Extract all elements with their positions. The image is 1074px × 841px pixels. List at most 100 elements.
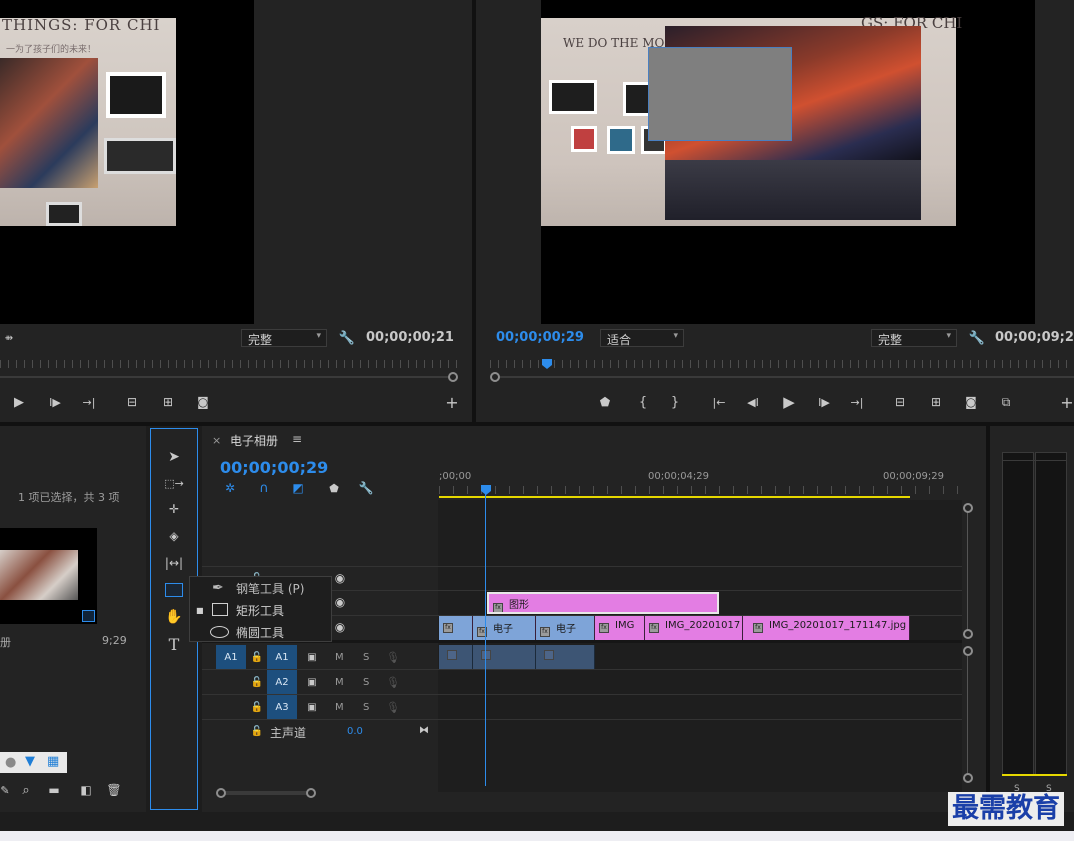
- insert-icon[interactable]: ⊟: [122, 393, 142, 411]
- video-scroll-handle-bottom[interactable]: [963, 629, 973, 639]
- go-to-out-icon[interactable]: →|: [848, 393, 866, 411]
- v1-clip-4[interactable]: fx IMG: [595, 616, 645, 640]
- video-vertical-scrollbar-track[interactable]: [967, 512, 968, 634]
- program-time-ruler[interactable]: [490, 360, 1074, 368]
- a2-sync-icon[interactable]: ▣: [304, 674, 320, 690]
- program-zoom-handle[interactable]: [490, 372, 500, 382]
- graphic-clip[interactable]: fx 图形: [487, 592, 719, 614]
- a3-sync-icon[interactable]: ▣: [304, 699, 320, 715]
- timeline-timecode[interactable]: 00;00;00;29: [220, 458, 328, 477]
- timeline-tab-close[interactable]: ×: [212, 434, 221, 447]
- zoom-handle-right[interactable]: [306, 788, 316, 798]
- snap-magnet-icon[interactable]: ∩: [256, 480, 272, 496]
- timeline-sequence-tab[interactable]: 电子相册: [230, 432, 278, 449]
- zoom-handle-left[interactable]: [216, 788, 226, 798]
- new-item-icon[interactable]: ◧: [78, 782, 94, 798]
- project-item-thumbnail[interactable]: [0, 528, 97, 624]
- add-button-icon[interactable]: +: [444, 393, 460, 412]
- a1-clip-3[interactable]: [536, 645, 595, 669]
- a1-lock-icon[interactable]: 🔓: [250, 649, 264, 665]
- new-bin-icon[interactable]: ▬: [46, 782, 62, 798]
- slip-tool-icon[interactable]: |↔|: [162, 553, 186, 573]
- v2-eye-icon[interactable]: ◉: [332, 594, 348, 610]
- flyout-item-ellipse-tool[interactable]: 椭圆工具: [190, 621, 332, 643]
- timeline-panel-menu-icon[interactable]: ≡: [292, 432, 302, 446]
- v1-clip-3[interactable]: fx 电子: [536, 616, 595, 640]
- grid-view-icon[interactable]: ▦: [47, 754, 59, 769]
- add-marker-icon[interactable]: ⬟: [326, 480, 342, 496]
- v1-clip-6[interactable]: fx IMG_20201017_171147.jpg: [743, 616, 910, 640]
- step-forward-icon[interactable]: I▶: [815, 393, 833, 411]
- selection-tool-icon[interactable]: ➤: [164, 447, 184, 467]
- audio-scroll-handle-bottom[interactable]: [963, 773, 973, 783]
- timeline-settings-wrench-icon[interactable]: 🔧: [358, 480, 374, 496]
- v1-clip-2[interactable]: fx 电子: [473, 616, 536, 640]
- rectangle-tool-button[interactable]: [165, 583, 183, 597]
- rectangle-shape-graphic[interactable]: [648, 47, 792, 141]
- master-volume-value[interactable]: 0.0: [347, 726, 363, 737]
- step-forward-icon[interactable]: I▶: [46, 393, 64, 411]
- a3-solo-button[interactable]: S: [363, 702, 369, 713]
- add-button-icon[interactable]: +: [1060, 393, 1074, 412]
- track-select-tool-icon[interactable]: ⬚→: [164, 473, 184, 493]
- source-zoom-handle[interactable]: [448, 372, 458, 382]
- a2-mute-button[interactable]: M: [335, 677, 344, 688]
- program-timecode-current[interactable]: 00;00;00;29: [496, 330, 584, 345]
- flyout-item-pen-tool[interactable]: ✒ 钢笔工具 (P): [190, 577, 332, 599]
- hand-tool-icon[interactable]: ✋: [164, 607, 184, 627]
- a3-mute-button[interactable]: M: [335, 702, 344, 713]
- go-to-out-icon[interactable]: →|: [80, 393, 98, 411]
- source-insert-icon[interactable]: ⇻: [0, 330, 18, 346]
- camera-icon[interactable]: ◙: [962, 393, 980, 411]
- wrench-icon[interactable]: 🔧: [338, 329, 356, 347]
- extract-icon[interactable]: ⊞: [926, 393, 946, 411]
- comparison-view-icon[interactable]: ⧉: [996, 393, 1016, 411]
- type-tool-icon[interactable]: T: [164, 634, 184, 654]
- work-area-bar[interactable]: [439, 496, 910, 498]
- trash-icon[interactable]: 🗑: [106, 782, 122, 798]
- v1-clip-5[interactable]: fx IMG_20201017: [645, 616, 743, 640]
- play-icon[interactable]: ▶: [10, 393, 28, 411]
- a2-solo-button[interactable]: S: [363, 677, 369, 688]
- mark-out-icon[interactable]: }: [666, 393, 684, 411]
- ripple-edit-tool-icon[interactable]: ✛: [164, 499, 184, 519]
- a3-lock-icon[interactable]: 🔓: [250, 699, 264, 715]
- source-monitor-video[interactable]: THINGS: FOR CHI 一为了孩子们的未来！: [0, 0, 254, 324]
- shirt-icon[interactable]: ▼: [25, 754, 35, 769]
- a1-source-patch[interactable]: A1: [216, 645, 246, 669]
- a1-sync-icon[interactable]: ▣: [304, 649, 320, 665]
- v3-eye-icon[interactable]: ◉: [332, 570, 348, 586]
- a1-mute-button[interactable]: M: [335, 652, 344, 663]
- timeline-time-ruler[interactable]: [439, 486, 961, 494]
- a2-mic-icon[interactable]: 🎙: [386, 674, 400, 690]
- program-quality-select[interactable]: 完整 ▾: [871, 329, 957, 347]
- master-lock-icon[interactable]: 🔓: [250, 723, 264, 739]
- linked-selection-icon[interactable]: ◩: [290, 480, 306, 496]
- add-marker-icon[interactable]: ⬟: [596, 393, 614, 411]
- go-to-in-icon[interactable]: |←: [710, 393, 728, 411]
- audio-scroll-handle-top[interactable]: [963, 646, 973, 656]
- overwrite-icon[interactable]: ⊞: [158, 393, 178, 411]
- program-fit-select[interactable]: 适合 ▾: [600, 329, 684, 347]
- v1-clip-1[interactable]: fx: [439, 616, 473, 640]
- mark-in-icon[interactable]: {: [634, 393, 652, 411]
- camera-icon[interactable]: ◙: [194, 393, 212, 411]
- source-time-ruler[interactable]: [0, 360, 460, 368]
- lift-icon[interactable]: ⊟: [890, 393, 910, 411]
- program-monitor-video[interactable]: WE DO THE MO GS: FOR CHI: [541, 0, 1035, 324]
- source-quality-select[interactable]: 完整 ▾: [241, 329, 327, 347]
- step-back-icon[interactable]: ◀I: [744, 393, 762, 411]
- v1-eye-icon[interactable]: ◉: [332, 619, 348, 635]
- a2-track-target[interactable]: A2: [267, 670, 297, 694]
- master-expand-icon[interactable]: ⧓: [416, 722, 432, 738]
- play-icon[interactable]: ▶: [779, 392, 799, 412]
- a3-mic-icon[interactable]: 🎙: [386, 699, 400, 715]
- pencil-icon[interactable]: ✎: [0, 782, 10, 798]
- a1-mic-icon[interactable]: 🎙: [386, 649, 400, 665]
- user-icon[interactable]: ●: [5, 755, 16, 770]
- a1-clip-1[interactable]: [439, 645, 473, 669]
- search-icon[interactable]: ⌕: [18, 782, 34, 798]
- a1-solo-button[interactable]: S: [363, 652, 369, 663]
- wrench-icon[interactable]: 🔧: [968, 329, 986, 347]
- video-scroll-handle-top[interactable]: [963, 503, 973, 513]
